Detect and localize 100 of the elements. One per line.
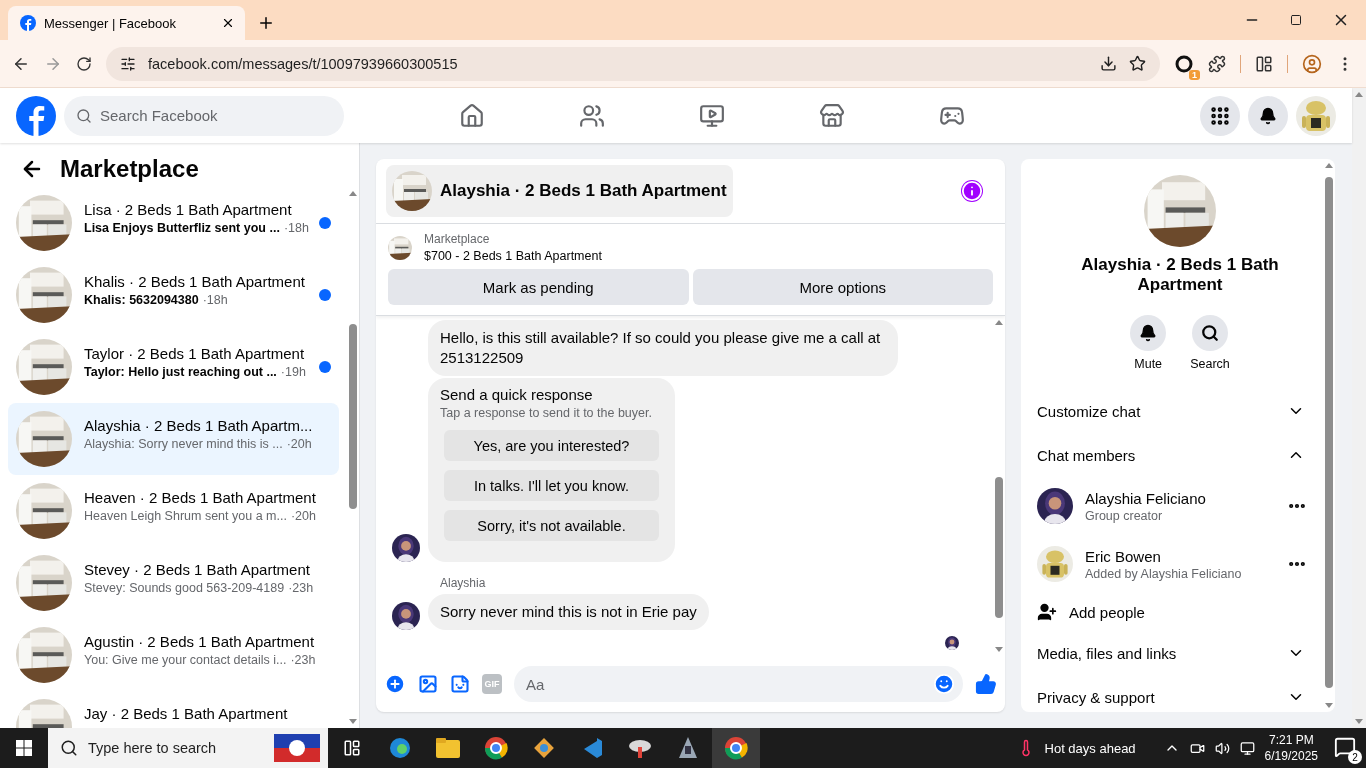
sidebar-title: Marketplace [60, 155, 199, 183]
add-people-button[interactable]: Add people [1037, 593, 1323, 631]
search-icon [1201, 324, 1219, 342]
message-time: ·20h [290, 509, 316, 523]
message-time: ·20h [286, 437, 312, 451]
extensions-icon[interactable] [1208, 54, 1226, 73]
message-preview: Taylor: Hello just reaching out ... [84, 365, 277, 379]
message-time: ·18h [202, 293, 228, 307]
profile-icon[interactable] [1302, 53, 1322, 74]
listing-action-button[interactable]: Mark as pending [388, 269, 689, 305]
video-icon[interactable] [699, 102, 725, 129]
member-name: Eric Bowen [1085, 547, 1162, 565]
mute-button[interactable] [1130, 315, 1167, 351]
quick-response-button[interactable]: Sorry, it's not available. [444, 510, 659, 541]
section-header[interactable]: Chat members [1037, 433, 1323, 477]
message-time: ·23h [288, 581, 314, 595]
sticker-icon[interactable] [450, 674, 470, 694]
quick-response-title: Send a quick response [440, 386, 594, 403]
quick-response-button[interactable]: In talks. I'll let you know. [444, 470, 659, 501]
member-role: Group creator [1085, 508, 1164, 523]
chat-title-button[interactable]: Alayshia · 2 Beds 1 Bath Apartment [386, 165, 733, 217]
listing-label: Marketplace [424, 232, 491, 246]
member-name: Alayshia Feliciano [1085, 489, 1207, 507]
restore-icon[interactable] [1290, 14, 1302, 26]
menu-icon [1209, 104, 1231, 127]
conversation-name: Jay · 2 Beds 1 Bath Apartment [84, 705, 289, 722]
conversation-item[interactable]: Taylor · 2 Beds 1 Bath Apartment Taylor: Hello just reaching out ... ·19h [8, 331, 339, 403]
close-icon[interactable] [221, 16, 235, 30]
message-preview: Lisa Enjoys Butterfliz sent you ... [84, 221, 280, 235]
bell-icon [1259, 106, 1277, 125]
menu-button[interactable] [1200, 95, 1240, 136]
chrome-icon[interactable] [712, 728, 760, 768]
new-tab-icon[interactable] [257, 14, 275, 32]
section-header[interactable]: Customize chat [1037, 389, 1323, 433]
conversation-item[interactable]: Heaven · 2 Beds 1 Bath Apartment Heaven Leigh Shrum sent you a m... ·20h [8, 475, 339, 547]
emoji-icon[interactable] [933, 673, 955, 695]
member-role: Added by Alayshia Feliciano [1085, 566, 1243, 581]
listing-action-button[interactable]: More options [692, 269, 993, 305]
search-field[interactable]: Search Facebook [64, 95, 344, 136]
listing-title: $700 - 2 Beds 1 Bath Apartment [424, 249, 602, 263]
facebook-logo-icon[interactable] [16, 95, 56, 136]
site-settings-icon[interactable] [120, 55, 136, 72]
message-time: ·23h [290, 653, 316, 667]
section-header[interactable]: Privacy & support [1037, 675, 1323, 712]
notification-count: 2 [1348, 750, 1362, 764]
message-preview: You: Give me your contact details i... [84, 653, 287, 667]
search-icon [76, 107, 92, 124]
quick-response-button[interactable]: Yes, are you interested? [444, 430, 659, 461]
home-icon[interactable] [459, 102, 485, 129]
conversation-name: Heaven · 2 Beds 1 Bath Apartment [84, 489, 317, 506]
extension-badge: 1 [1189, 69, 1200, 80]
quick-response-hint: Tap a response to send it to the buyer. [440, 406, 653, 420]
friends-icon[interactable] [579, 102, 605, 129]
notifications-button[interactable] [1248, 95, 1288, 136]
message-time: ·19h [280, 365, 306, 379]
tab-title: Messenger | Facebook [44, 15, 177, 31]
reload-icon[interactable] [76, 55, 92, 72]
conversation-item[interactable]: Khalis · 2 Beds 1 Bath Apartment Khalis: 5632094380 ·18h [8, 259, 339, 331]
side-panel-icon[interactable] [1255, 54, 1273, 73]
conversation-item[interactable]: Alayshia · 2 Beds 1 Bath Apartm... Alayshia: Sorry never mind this is ... ·20h [8, 403, 339, 475]
conversation-item[interactable]: Lisa · 2 Beds 1 Bath Apartment Lisa Enjoys Butterfliz sent you ... ·18h [8, 187, 339, 259]
store-icon[interactable] [819, 102, 845, 129]
conversation-title: Alayshia · 2 Beds 1 Bath Apartment [1080, 255, 1280, 295]
message-preview: Stevey: Sounds good 563-209-4189 [84, 581, 285, 595]
bell-icon [1139, 324, 1158, 342]
like-icon[interactable] [975, 673, 997, 695]
message-bubble: Sorry never mind this is not in Erie pay [428, 594, 709, 630]
conversation-name: Khalis · 2 Beds 1 Bath Apartment [84, 273, 306, 290]
search-icon [60, 739, 78, 757]
conversation-item[interactable]: Stevey · 2 Beds 1 Bath Apartment Stevey: Sounds good 563-209-4189 ·23h [8, 547, 339, 619]
add-icon[interactable] [384, 673, 406, 695]
message-preview: Alayshia: Sorry never mind this is ... [84, 437, 283, 451]
weather-text[interactable]: Hot days ahead [1044, 740, 1136, 756]
conversation-name: Alayshia · 2 Beds 1 Bath Apartm... [84, 417, 314, 434]
section-header[interactable]: Media, files and links [1037, 631, 1323, 675]
bookmark-icon[interactable] [1129, 55, 1146, 72]
conversation-item[interactable]: Agustin · 2 Beds 1 Bath Apartment You: Give me your contact details i... ·23h [8, 619, 339, 691]
action-label: Mute [1134, 357, 1163, 371]
message-preview: Heaven Leigh Shrum sent you a m... [84, 509, 287, 523]
conversation-name: Agustin · 2 Beds 1 Bath Apartment [84, 633, 316, 650]
image-icon[interactable] [418, 674, 438, 694]
message-preview: Khalis: 5632094380 [84, 293, 199, 307]
sender-name: Alayshia [440, 576, 487, 590]
address-bar[interactable]: facebook.com/messages/t/10097939660300515 [106, 46, 1160, 81]
conversation-name: Stevey · 2 Beds 1 Bath Apartment [84, 561, 311, 578]
volume-icon[interactable] [1214, 740, 1230, 756]
info-icon[interactable] [961, 180, 983, 202]
message-bubble: Hello, is this still available? If so could you please give me a call at 2513122509 [428, 320, 898, 376]
message-time: ·18h [283, 221, 309, 235]
network-icon[interactable] [1239, 740, 1255, 756]
action-label: Search [1190, 357, 1230, 371]
search-button[interactable] [1192, 315, 1228, 351]
add-person-icon [1037, 602, 1057, 622]
scrollbar[interactable] [1352, 88, 1366, 728]
facebook-logo-icon [20, 15, 36, 31]
message-field[interactable]: Aa [514, 666, 963, 702]
browser-tab[interactable]: Messenger | Facebook [8, 6, 245, 40]
install-icon[interactable] [1100, 55, 1117, 72]
extension-icon[interactable] [1174, 53, 1194, 74]
clock[interactable]: 7:21 PM 6/19/2025 [1264, 732, 1318, 764]
